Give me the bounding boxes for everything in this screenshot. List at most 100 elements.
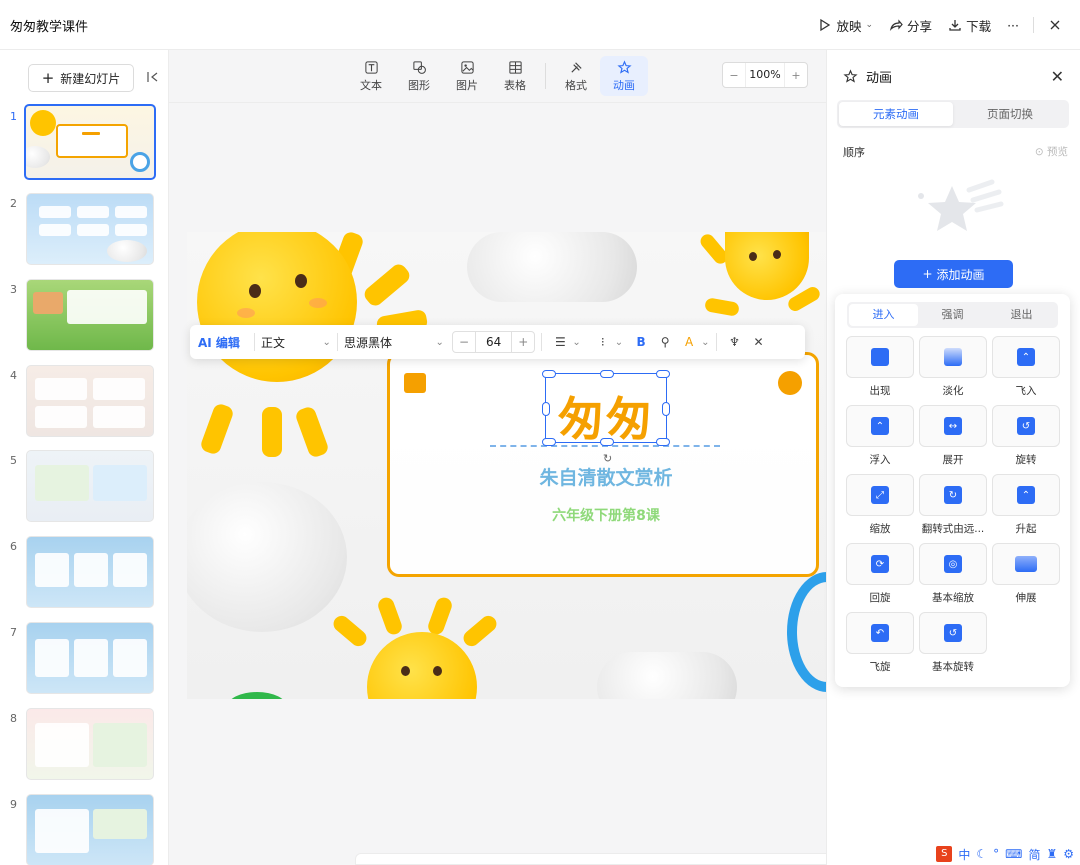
list-icon[interactable]: ⁝ bbox=[591, 335, 615, 349]
slide-thumbnail-9[interactable]: 9 bbox=[0, 794, 169, 865]
effect-label: 飞旋 bbox=[869, 661, 891, 673]
top-bar: 匆匆教学课件 放映 ⌄ 分享 下载 ··· bbox=[0, 0, 1080, 50]
chevron-down-icon[interactable]: ⌄ bbox=[572, 337, 580, 348]
increase-size-button[interactable]: + bbox=[512, 335, 534, 349]
resize-handle[interactable] bbox=[542, 438, 556, 446]
zoom-icon: ⤢ bbox=[871, 486, 889, 504]
ime-simplified[interactable]: 简 bbox=[1028, 846, 1040, 863]
selection-box[interactable]: ↻ bbox=[542, 370, 670, 465]
slide-thumbnail-6[interactable]: 6 bbox=[0, 536, 169, 616]
punctuation-icon[interactable]: ° bbox=[993, 847, 999, 861]
tab-entrance[interactable]: 进入 bbox=[849, 304, 918, 326]
clock-graphic bbox=[787, 572, 827, 692]
tab-emphasis[interactable]: 强调 bbox=[918, 304, 987, 326]
tool-table[interactable]: 表格 bbox=[491, 56, 539, 96]
effect-fade[interactable]: 淡化 bbox=[919, 336, 987, 397]
font-family-value: 思源黑体 bbox=[343, 335, 392, 350]
bold-icon[interactable]: B bbox=[629, 335, 653, 349]
align-icon[interactable]: ☰ bbox=[548, 335, 572, 349]
effect-basic-zoom[interactable]: ◎ 基本缩放 bbox=[919, 543, 987, 604]
effect-flip-from-far[interactable]: ↻ 翻转式由远... bbox=[919, 474, 987, 535]
slide-thumbnail-4[interactable]: 4 bbox=[0, 365, 169, 445]
chevron-down-icon[interactable]: ⌄ bbox=[701, 337, 709, 348]
title-panel[interactable]: 匆匆 ↻ 朱自清散文赏析 六年级下册第8课 bbox=[387, 352, 819, 577]
effect-basic-spin[interactable]: ↺ 基本旋转 bbox=[919, 612, 987, 673]
slide-subtitle-text[interactable]: 朱自清散文赏析 bbox=[390, 463, 822, 490]
resize-handle[interactable] bbox=[662, 402, 670, 416]
resize-handle[interactable] bbox=[542, 370, 556, 378]
divider bbox=[545, 63, 546, 89]
tab-page-transition[interactable]: 页面切换 bbox=[953, 102, 1067, 126]
new-slide-button[interactable]: + 新建幻灯片 bbox=[28, 64, 134, 92]
clear-format-icon[interactable]: ✕ bbox=[747, 335, 771, 349]
close-window-button[interactable] bbox=[1040, 10, 1070, 40]
paragraph-style-select[interactable]: 正文 ⌄ bbox=[261, 334, 331, 351]
tool-animation[interactable]: 动画 bbox=[600, 56, 648, 96]
effect-rise-up[interactable]: ⌃ 升起 bbox=[992, 474, 1060, 535]
play-button[interactable]: 放映 ⌄ bbox=[810, 10, 881, 40]
font-color-icon[interactable]: A bbox=[677, 335, 701, 349]
moon-icon[interactable]: ☾ bbox=[976, 847, 987, 861]
card-graphic bbox=[93, 809, 147, 839]
tool-text[interactable]: 文本 bbox=[347, 56, 395, 96]
effect-swivel[interactable]: ⟳ 回旋 bbox=[846, 543, 914, 604]
effect-zoom[interactable]: ⤢ 缩放 bbox=[846, 474, 914, 535]
slide-preview bbox=[26, 536, 154, 608]
font-size-stepper[interactable]: − 64 + bbox=[451, 331, 536, 353]
more-button[interactable]: ··· bbox=[999, 10, 1027, 40]
zoom-in-button[interactable]: + bbox=[785, 69, 807, 82]
flip-icon: ↻ bbox=[944, 486, 962, 504]
gear-icon[interactable]: ⚙ bbox=[1063, 847, 1074, 861]
effect-spin[interactable]: ↺ 旋转 bbox=[992, 405, 1060, 466]
zoom-value[interactable]: 100% bbox=[745, 63, 785, 87]
resize-handle[interactable] bbox=[656, 438, 670, 446]
zoom-out-button[interactable]: − bbox=[723, 69, 745, 82]
share-button[interactable]: 分享 bbox=[881, 10, 940, 40]
slide-thumbnail-7[interactable]: 7 bbox=[0, 622, 169, 702]
tool-image[interactable]: 图片 bbox=[443, 56, 491, 96]
tab-element-animation[interactable]: 元素动画 bbox=[839, 102, 953, 126]
ime-language[interactable]: 中 bbox=[958, 846, 970, 863]
decrease-size-button[interactable]: − bbox=[453, 335, 475, 349]
effect-appear[interactable]: 出现 bbox=[846, 336, 914, 397]
book-icon bbox=[404, 373, 426, 393]
effect-pinwheel[interactable]: ↶ 飞旋 bbox=[846, 612, 914, 673]
document-title[interactable]: 匆匆教学课件 bbox=[10, 16, 88, 35]
shirt-icon[interactable]: ♜ bbox=[1046, 847, 1057, 861]
slide-thumbnail-2[interactable]: 2 bbox=[0, 193, 169, 273]
resize-handle[interactable] bbox=[542, 402, 550, 416]
slide-thumbnail-1[interactable]: 1 bbox=[0, 104, 169, 186]
slide-thumbnail-5[interactable]: 5 bbox=[0, 450, 169, 530]
top-actions: 放映 ⌄ 分享 下载 ··· bbox=[810, 10, 1070, 40]
collapse-panel-icon[interactable] bbox=[146, 70, 160, 84]
resize-handle[interactable] bbox=[600, 370, 614, 378]
tool-label: 图片 bbox=[456, 78, 478, 92]
effect-expand[interactable]: ↔ 展开 bbox=[919, 405, 987, 466]
tab-exit[interactable]: 退出 bbox=[987, 304, 1056, 326]
effect-stretch[interactable]: 伸展 bbox=[992, 543, 1060, 604]
font-family-select[interactable]: 思源黑体 ⌄ bbox=[344, 334, 444, 351]
keyboard-icon[interactable]: ⌨ bbox=[1005, 847, 1022, 861]
effect-label: 淡化 bbox=[942, 385, 964, 397]
resize-handle[interactable] bbox=[600, 438, 614, 446]
ai-edit-button[interactable]: AI 编辑 bbox=[198, 334, 248, 351]
close-panel-icon[interactable]: ✕ bbox=[1051, 67, 1064, 86]
effect-float-in[interactable]: ⌃ 浮入 bbox=[846, 405, 914, 466]
sun-cheek bbox=[237, 308, 255, 318]
format-painter-icon[interactable]: ♆ bbox=[723, 335, 747, 349]
slide-preview bbox=[26, 279, 154, 351]
effect-fly-in[interactable]: ⌃ 飞入 bbox=[992, 336, 1060, 397]
slide-canvas[interactable]: 匆匆 ↻ 朱自清散文赏析 六年级下册第8课 bbox=[187, 232, 827, 699]
preview-button[interactable]: ⊙ 预览 bbox=[1035, 144, 1068, 159]
slide-thumbnail-8[interactable]: 8 bbox=[0, 708, 169, 788]
font-size-value[interactable]: 64 bbox=[475, 332, 513, 352]
tool-format[interactable]: 格式 bbox=[552, 56, 600, 96]
add-animation-button[interactable]: + 添加动画 bbox=[894, 260, 1013, 288]
link-icon[interactable]: ⚲ bbox=[653, 335, 677, 349]
download-button[interactable]: 下载 bbox=[940, 10, 999, 40]
tool-shape[interactable]: 图形 bbox=[395, 56, 443, 96]
slide-grade-text[interactable]: 六年级下册第8课 bbox=[390, 505, 822, 525]
slide-thumbnail-3[interactable]: 3 bbox=[0, 279, 169, 359]
chevron-down-icon[interactable]: ⌄ bbox=[615, 337, 623, 348]
resize-handle[interactable] bbox=[656, 370, 670, 378]
